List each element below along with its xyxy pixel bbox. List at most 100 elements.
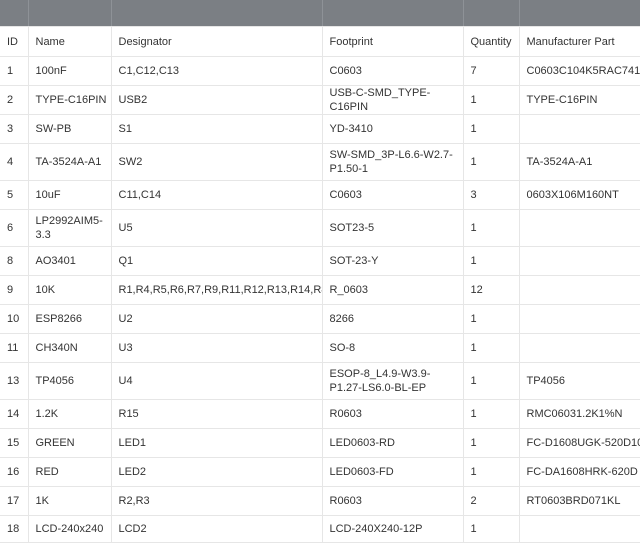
table-row: 15 GREEN LED1 LED0603-RD 1 FC-D1608UGK-5… <box>0 428 640 458</box>
cell-footprint: SO-8 <box>321 333 464 363</box>
cell-id: 8 <box>0 246 29 276</box>
cell-footprint: C0603 <box>321 56 464 86</box>
cell-footprint: YD-3410 <box>321 114 464 144</box>
column-header-quantity: Quantity <box>462 26 520 57</box>
cell-name: TP4056 <box>27 362 112 400</box>
cell-quantity: 1 <box>462 399 520 429</box>
cell-designator: R15 <box>110 399 323 429</box>
cell-manufacturer-part: TYPE-C16PIN <box>518 85 640 115</box>
cell-name: GREEN <box>27 428 112 458</box>
top-bar-divider <box>519 0 520 26</box>
cell-designator: U2 <box>110 304 323 334</box>
cell-name: TA-3524A-A1 <box>27 143 112 181</box>
cell-designator: U3 <box>110 333 323 363</box>
cell-id: 10 <box>0 304 29 334</box>
cell-manufacturer-part: RMC06031.2K1%N <box>518 399 640 429</box>
cell-id: 4 <box>0 143 29 181</box>
cell-quantity: 1 <box>462 85 520 115</box>
cell-quantity: 1 <box>462 457 520 487</box>
cell-name: 100nF <box>27 56 112 86</box>
cell-id: 3 <box>0 114 29 144</box>
cell-id: 5 <box>0 180 29 210</box>
cell-designator: LCD2 <box>110 515 323 543</box>
cell-footprint: LED0603-FD <box>321 457 464 487</box>
cell-footprint: R_0603 <box>321 275 464 305</box>
cell-manufacturer-part: FC-D1608UGK-520D10 <box>518 428 640 458</box>
cell-quantity: 3 <box>462 180 520 210</box>
cell-name: ESP8266 <box>27 304 112 334</box>
cell-footprint: R0603 <box>321 399 464 429</box>
table-row: 3 SW-PB S1 YD-3410 1 <box>0 114 640 144</box>
table-row: 17 1K R2,R3 R0603 2 RT0603BRD071KL <box>0 486 640 516</box>
cell-id: 16 <box>0 457 29 487</box>
cell-quantity: 1 <box>462 246 520 276</box>
cell-name: SW-PB <box>27 114 112 144</box>
cell-footprint: SOT23-5 <box>321 209 464 247</box>
cell-id: 1 <box>0 56 29 86</box>
cell-manufacturer-part <box>518 246 640 276</box>
cell-quantity: 12 <box>462 275 520 305</box>
top-bar-divider <box>322 0 323 26</box>
table-header-row: ID Name Designator Footprint Quantity Ma… <box>0 26 640 57</box>
cell-footprint: SW-SMD_3P-L6.6-W2.7-P1.50-1 <box>321 143 464 181</box>
table-top-bar <box>0 0 640 26</box>
cell-name: CH340N <box>27 333 112 363</box>
top-bar-divider <box>28 0 29 26</box>
column-header-name: Name <box>27 26 112 57</box>
cell-footprint: R0603 <box>321 486 464 516</box>
cell-quantity: 1 <box>462 515 520 543</box>
cell-manufacturer-part: RT0603BRD071KL <box>518 486 640 516</box>
cell-footprint: USB-C-SMD_TYPE-C16PIN <box>321 85 464 115</box>
top-bar-divider <box>463 0 464 26</box>
table-row: 1 100nF C1,C12,C13 C0603 7 C0603C104K5RA… <box>0 56 640 86</box>
cell-quantity: 1 <box>462 333 520 363</box>
cell-designator: R1,R4,R5,R6,R7,R9,R11,R12,R13,R14,R8,R10 <box>110 275 323 305</box>
table-row: 9 10K R1,R4,R5,R6,R7,R9,R11,R12,R13,R14,… <box>0 275 640 305</box>
cell-quantity: 1 <box>462 143 520 181</box>
cell-quantity: 1 <box>462 304 520 334</box>
bom-table: ID Name Designator Footprint Quantity Ma… <box>0 26 640 543</box>
cell-id: 6 <box>0 209 29 247</box>
cell-quantity: 7 <box>462 56 520 86</box>
cell-quantity: 1 <box>462 428 520 458</box>
cell-designator: USB2 <box>110 85 323 115</box>
cell-quantity: 2 <box>462 486 520 516</box>
table-row: 6 LP2992AIM5-3.3 U5 SOT23-5 1 <box>0 209 640 247</box>
cell-quantity: 1 <box>462 209 520 247</box>
cell-manufacturer-part: TP4056 <box>518 362 640 400</box>
cell-footprint: ESOP-8_L4.9-W3.9-P1.27-LS6.0-BL-EP <box>321 362 464 400</box>
cell-quantity: 1 <box>462 362 520 400</box>
cell-id: 14 <box>0 399 29 429</box>
cell-designator: SW2 <box>110 143 323 181</box>
table-row: 5 10uF C11,C14 C0603 3 0603X106M160NT <box>0 180 640 210</box>
column-header-footprint: Footprint <box>321 26 464 57</box>
cell-manufacturer-part <box>518 275 640 305</box>
column-header-designator: Designator <box>110 26 323 57</box>
cell-footprint: SOT-23-Y <box>321 246 464 276</box>
cell-footprint: LED0603-RD <box>321 428 464 458</box>
cell-manufacturer-part <box>518 304 640 334</box>
cell-name: TYPE-C16PIN <box>27 85 112 115</box>
cell-id: 11 <box>0 333 29 363</box>
table-row: 18 LCD-240x240 LCD2 LCD-240X240-12P 1 <box>0 515 640 543</box>
cell-manufacturer-part <box>518 209 640 247</box>
top-bar-divider <box>111 0 112 26</box>
cell-quantity: 1 <box>462 114 520 144</box>
table-row: 8 AO3401 Q1 SOT-23-Y 1 <box>0 246 640 276</box>
cell-designator: C1,C12,C13 <box>110 56 323 86</box>
cell-manufacturer-part <box>518 515 640 543</box>
cell-id: 17 <box>0 486 29 516</box>
table-row: 2 TYPE-C16PIN USB2 USB-C-SMD_TYPE-C16PIN… <box>0 85 640 115</box>
table-row: 13 TP4056 U4 ESOP-8_L4.9-W3.9-P1.27-LS6.… <box>0 362 640 400</box>
column-header-manufacturer-part: Manufacturer Part <box>518 26 640 57</box>
cell-id: 18 <box>0 515 29 543</box>
column-header-id: ID <box>0 26 29 57</box>
cell-name: 1.2K <box>27 399 112 429</box>
cell-manufacturer-part: C0603C104K5RAC7411 <box>518 56 640 86</box>
cell-name: 10uF <box>27 180 112 210</box>
cell-id: 2 <box>0 85 29 115</box>
table-row: 4 TA-3524A-A1 SW2 SW-SMD_3P-L6.6-W2.7-P1… <box>0 143 640 181</box>
cell-name: LCD-240x240 <box>27 515 112 543</box>
table-row: 10 ESP8266 U2 8266 1 <box>0 304 640 334</box>
cell-footprint: LCD-240X240-12P <box>321 515 464 543</box>
